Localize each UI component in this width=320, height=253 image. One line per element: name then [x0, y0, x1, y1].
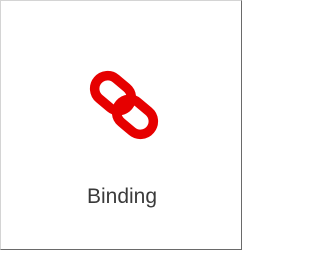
link-icon — [78, 65, 170, 145]
tile-label: Binding — [86, 185, 158, 208]
binding-tile[interactable]: Binding — [0, 0, 242, 250]
